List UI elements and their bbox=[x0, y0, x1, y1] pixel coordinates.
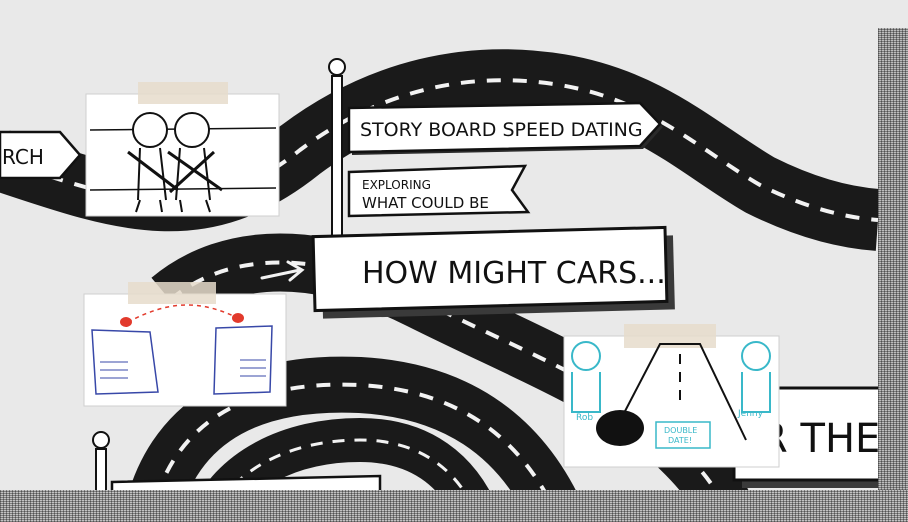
storyboard-scene: RCH STORY BOARD SPEED DATING EXPLORING W… bbox=[0, 49, 902, 522]
sign-left-arrow-text: RCH bbox=[2, 145, 44, 169]
sketch-photo-cars bbox=[83, 282, 287, 407]
sign-exploring-line1: EXPLORING bbox=[362, 178, 431, 192]
label-jenny: Jenny bbox=[737, 409, 764, 419]
sign-exploring-line2: WHAT COULD BE bbox=[362, 194, 489, 212]
sketch-photo-seatbelts bbox=[85, 82, 280, 217]
sketch-photo-double-date: Rob Jenny DOUBLE DATE! bbox=[563, 324, 780, 468]
sign-storyboard: STORY BOARD SPEED DATING bbox=[347, 101, 663, 155]
sign-how-might-text: HOW MIGHT CARS... bbox=[362, 256, 666, 291]
label-date: DATE! bbox=[668, 436, 692, 445]
label-rob: Rob bbox=[576, 413, 593, 423]
tape-strip bbox=[128, 282, 216, 304]
sign-storyboard-text: STORY BOARD SPEED DATING bbox=[360, 119, 643, 141]
tape-strip bbox=[138, 82, 228, 104]
sign-exploring: EXPLORING WHAT COULD BE bbox=[347, 164, 531, 218]
label-double: DOUBLE bbox=[664, 426, 697, 435]
noise-strip-right bbox=[878, 28, 908, 522]
sign-how-might: HOW MIGHT CARS... bbox=[311, 225, 675, 319]
noise-strip-bottom bbox=[0, 490, 908, 522]
